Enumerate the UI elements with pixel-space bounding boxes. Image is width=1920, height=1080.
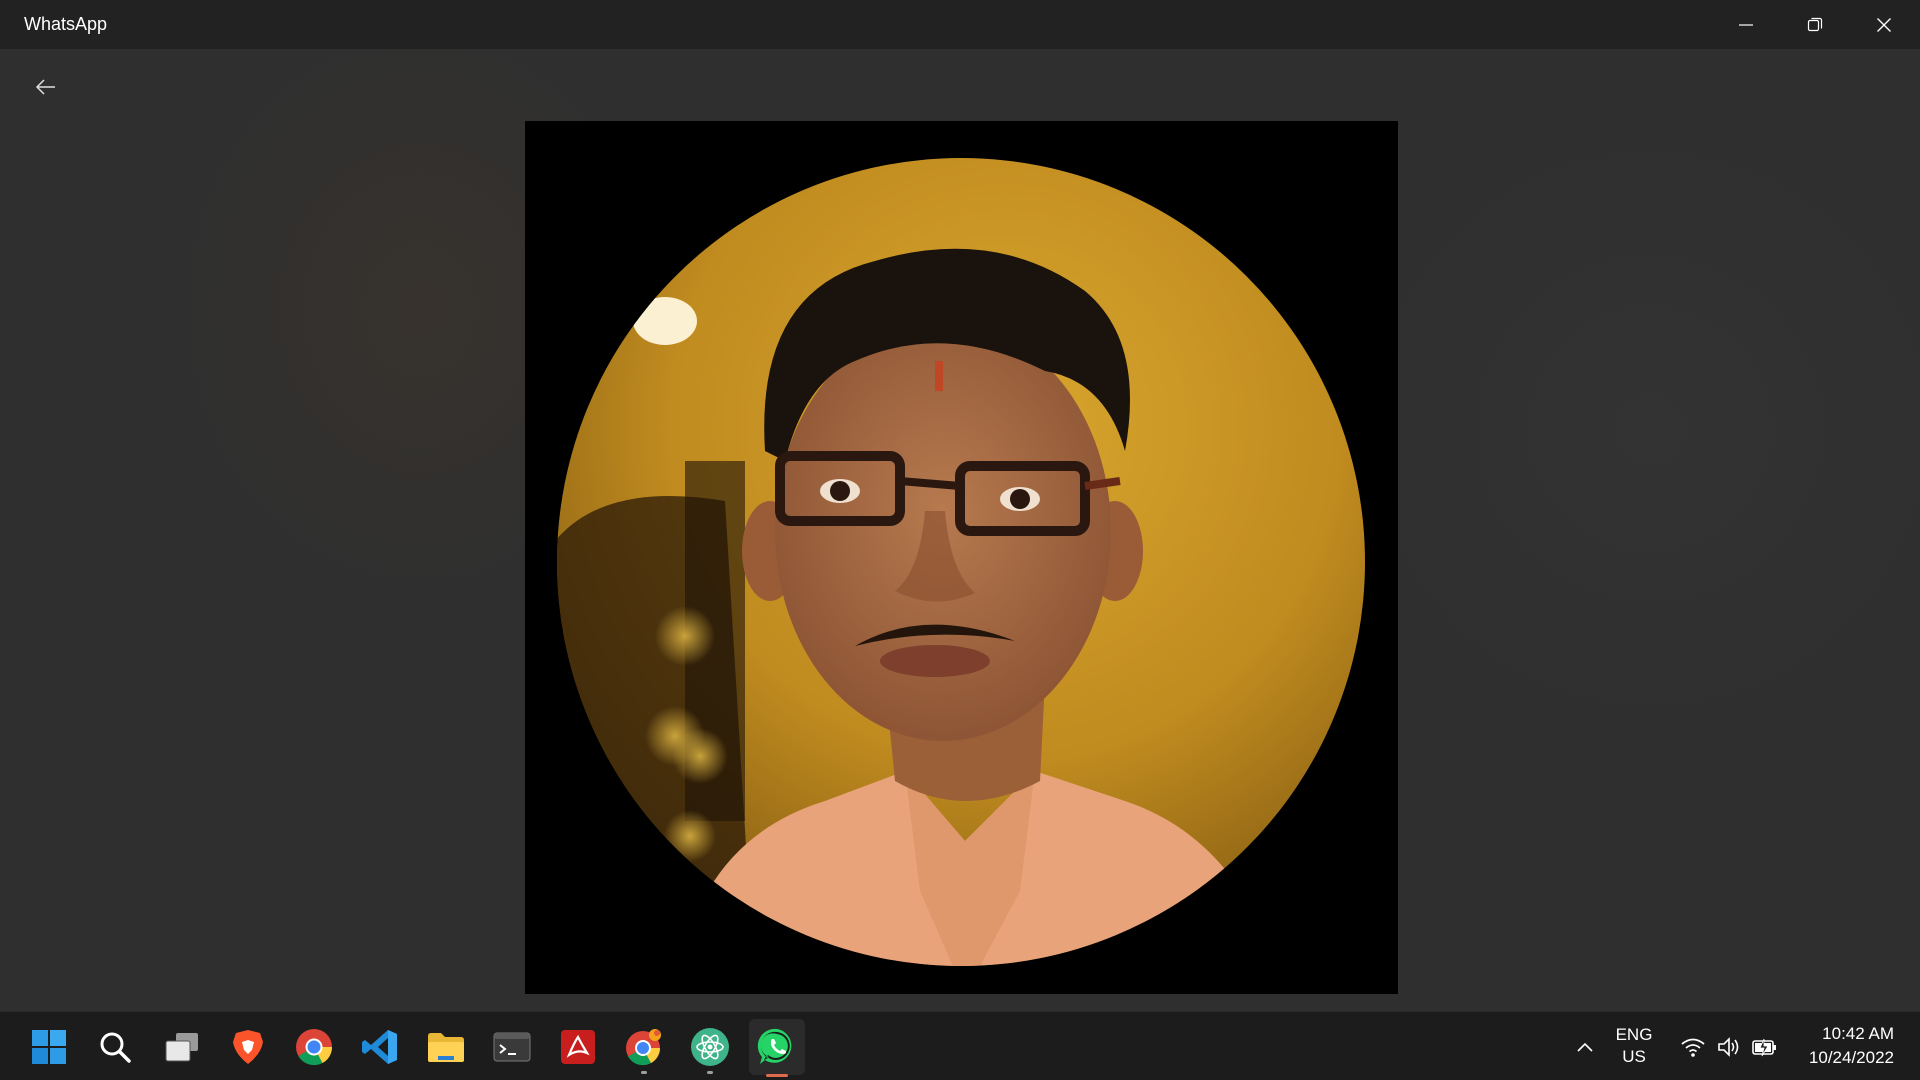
taskbar-vscode-button[interactable] — [355, 1022, 405, 1072]
chevron-up-icon — [1577, 1042, 1593, 1052]
title-bar[interactable]: WhatsApp — [0, 0, 1920, 49]
taskbar-search-button[interactable] — [90, 1022, 140, 1072]
back-button[interactable] — [28, 69, 64, 105]
taskbar-chrome-canary-button[interactable] — [619, 1022, 669, 1074]
taskbar-atom-button[interactable] — [685, 1022, 735, 1074]
taskbar-acrobat-button[interactable] — [553, 1022, 603, 1072]
close-icon — [1877, 17, 1891, 32]
running-indicator — [707, 1071, 713, 1074]
taskbar-file-explorer-button[interactable] — [421, 1022, 471, 1072]
language-code: ENG — [1615, 1025, 1653, 1044]
chrome-canary-icon — [626, 1029, 661, 1066]
network-status[interactable] — [1676, 1012, 1710, 1080]
volume-icon — [1718, 1036, 1739, 1057]
close-button[interactable] — [1850, 0, 1918, 49]
wifi-icon — [1681, 1038, 1705, 1057]
running-indicator — [641, 1071, 647, 1074]
minimize-icon — [1739, 23, 1753, 26]
task-view-icon — [165, 1033, 198, 1062]
file-explorer-icon — [428, 1033, 464, 1062]
taskbar-whatsapp-button[interactable] — [749, 1019, 805, 1077]
taskbar-terminal-button[interactable] — [487, 1022, 537, 1072]
clock-date-button[interactable]: 10:42 AM 10/24/2022 — [1784, 1022, 1894, 1070]
restore-icon — [1807, 17, 1823, 31]
acrobat-icon — [561, 1030, 595, 1064]
clock-time: 10:42 AM — [1822, 1024, 1894, 1043]
show-hidden-icons-button[interactable] — [1568, 1012, 1602, 1080]
image-viewer — [0, 49, 1920, 1011]
vscode-icon — [362, 1030, 397, 1064]
search-icon — [100, 1032, 131, 1063]
minimize-button[interactable] — [1712, 0, 1780, 49]
chrome-icon — [296, 1029, 333, 1066]
restore-button[interactable] — [1781, 0, 1849, 49]
clock-date: 10/24/2022 — [1808, 1048, 1894, 1067]
profile-photo-image — [557, 158, 1365, 966]
back-arrow-icon — [35, 79, 55, 95]
whatsapp-window: WhatsApp — [0, 0, 1920, 1011]
taskbar: ENG US 10:42 AM 10/24/2022 — [0, 1011, 1920, 1080]
taskbar-task-view-button[interactable] — [157, 1022, 207, 1072]
brave-icon — [233, 1030, 263, 1064]
taskbar-chrome-button[interactable] — [289, 1022, 339, 1072]
profile-photo — [525, 121, 1398, 994]
battery-status[interactable] — [1748, 1012, 1782, 1080]
window-title: WhatsApp — [24, 14, 108, 34]
volume-status[interactable] — [1712, 1012, 1746, 1080]
windows-start-icon — [32, 1030, 66, 1064]
active-indicator — [766, 1074, 788, 1077]
whatsapp-icon — [757, 1028, 792, 1064]
terminal-icon — [493, 1032, 531, 1062]
region-code: US — [1622, 1047, 1646, 1066]
taskbar-start-button[interactable] — [24, 1022, 74, 1072]
input-language-indicator[interactable]: ENG US — [1608, 1024, 1660, 1068]
battery-charging-icon — [1752, 1038, 1776, 1056]
taskbar-brave-button[interactable] — [223, 1022, 273, 1072]
atom-icon — [691, 1028, 729, 1066]
